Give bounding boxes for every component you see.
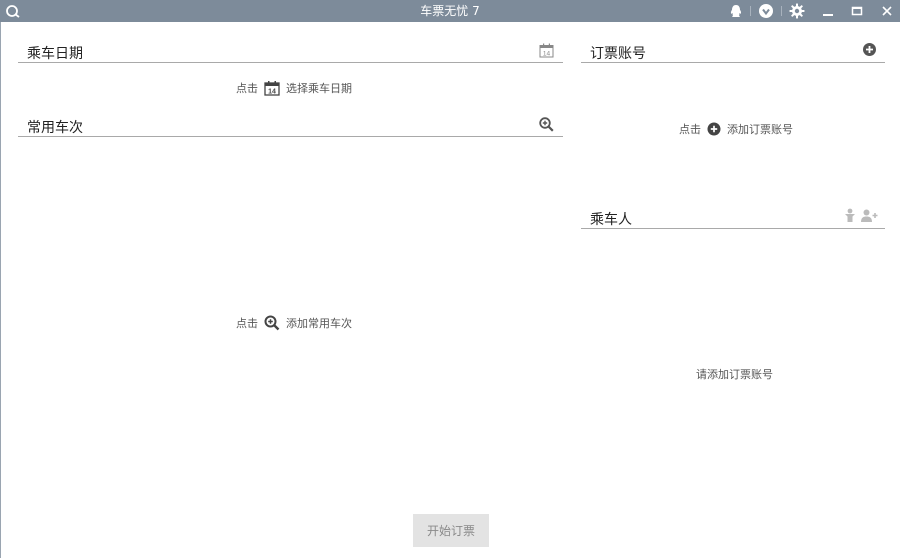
settings-gear-icon[interactable] — [788, 2, 806, 20]
calendar-icon[interactable]: 14 — [539, 43, 554, 58]
person-icon[interactable] — [843, 208, 857, 223]
frequent-trains-title: 常用车次 — [27, 120, 83, 136]
calendar-icon: 14 — [264, 81, 280, 96]
start-booking-button[interactable]: 开始订票 — [413, 514, 489, 547]
hint-click-label: 点击 — [236, 317, 258, 330]
select-date-link[interactable]: 选择乘车日期 — [286, 80, 352, 96]
add-user-icon[interactable] — [861, 209, 878, 222]
add-account-link[interactable]: 添加订票账号 — [727, 121, 793, 137]
passengers-header: 乘车人 — [581, 206, 885, 229]
select-date-hint[interactable]: 点击 14 选择乘车日期 — [236, 80, 352, 96]
zoom-in-icon[interactable] — [539, 117, 554, 132]
travel-date-header: 乘车日期 14 — [18, 40, 563, 63]
maximize-icon[interactable] — [848, 2, 866, 20]
add-account-hint[interactable]: 点击 添加订票账号 — [679, 121, 793, 137]
passengers-empty-text: 请添加订票账号 — [696, 368, 773, 381]
close-icon[interactable] — [878, 2, 896, 20]
hint-click-label: 点击 — [679, 123, 701, 136]
qq-icon[interactable] — [727, 2, 745, 20]
titlebar-divider — [750, 6, 751, 16]
calendar-day-number: 14 — [543, 51, 551, 58]
minimize-icon[interactable] — [819, 2, 837, 20]
booking-account-header: 订票账号 — [581, 40, 885, 63]
frequent-trains-header: 常用车次 — [18, 114, 563, 137]
add-circle-icon[interactable] — [862, 42, 877, 57]
titlebar-divider — [781, 6, 782, 16]
passengers-empty-message: 请添加订票账号 — [696, 366, 773, 382]
zoom-in-icon — [264, 315, 280, 331]
title-bar: 车票无忧 7 — [0, 0, 900, 22]
window-border — [0, 22, 1, 558]
booking-account-title: 订票账号 — [590, 46, 646, 62]
travel-date-title: 乘车日期 — [27, 46, 83, 62]
hint-click-label: 点击 — [236, 82, 258, 95]
passengers-title: 乘车人 — [590, 212, 632, 228]
heart-badge-icon[interactable] — [757, 2, 775, 20]
add-train-link[interactable]: 添加常用车次 — [286, 315, 352, 331]
calendar-day-number: 14 — [268, 89, 276, 96]
add-circle-icon — [707, 122, 721, 136]
add-train-hint[interactable]: 点击 添加常用车次 — [236, 315, 352, 331]
